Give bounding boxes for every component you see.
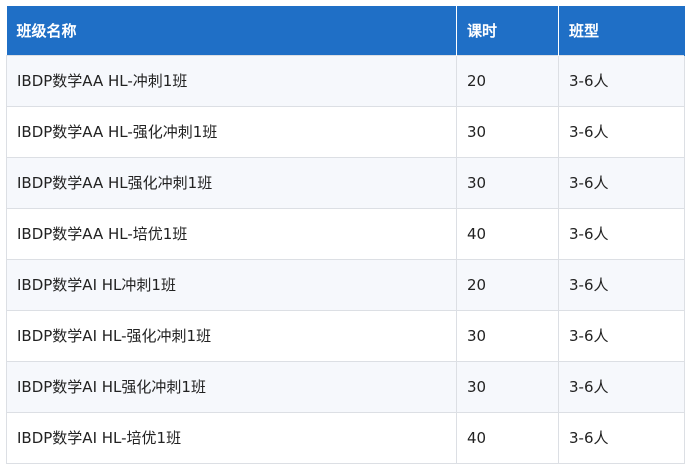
cell-hours: 20 [456, 54, 559, 107]
cell-hours: 40 [456, 411, 559, 464]
table-row: IBDP数学AA HL-培优1班 40 3-6人 [6, 207, 685, 260]
cell-class-type: 3-6人 [558, 411, 685, 464]
table-row: IBDP数学AA HL强化冲刺1班 30 3-6人 [6, 156, 685, 209]
course-table-container: 班级名称 课时 班型 IBDP数学AA HL-冲刺1班 20 3-6人 IBDP… [6, 6, 685, 464]
column-header-type: 班型 [558, 6, 685, 55]
cell-class-name: IBDP数学AA HL-强化冲刺1班 [6, 105, 457, 158]
cell-class-name: IBDP数学AI HL强化冲刺1班 [6, 360, 457, 413]
table-row: IBDP数学AI HL冲刺1班 20 3-6人 [6, 258, 685, 311]
cell-class-type: 3-6人 [558, 156, 685, 209]
cell-hours: 30 [456, 156, 559, 209]
header-row: 班级名称 课时 班型 [6, 6, 685, 55]
column-header-hours: 课时 [456, 6, 559, 55]
cell-hours: 30 [456, 105, 559, 158]
table-row: IBDP数学AI HL强化冲刺1班 30 3-6人 [6, 360, 685, 413]
cell-class-name: IBDP数学AA HL-培优1班 [6, 207, 457, 260]
table-body: IBDP数学AA HL-冲刺1班 20 3-6人 IBDP数学AA HL-强化冲… [6, 54, 685, 464]
table-row: IBDP数学AA HL-冲刺1班 20 3-6人 [6, 54, 685, 107]
cell-class-type: 3-6人 [558, 258, 685, 311]
course-table: 班级名称 课时 班型 IBDP数学AA HL-冲刺1班 20 3-6人 IBDP… [6, 6, 685, 464]
cell-class-name: IBDP数学AA HL强化冲刺1班 [6, 156, 457, 209]
column-header-name: 班级名称 [6, 6, 457, 55]
table-row: IBDP数学AI HL-培优1班 40 3-6人 [6, 411, 685, 464]
cell-class-type: 3-6人 [558, 54, 685, 107]
cell-class-type: 3-6人 [558, 309, 685, 362]
table-row: IBDP数学AA HL-强化冲刺1班 30 3-6人 [6, 105, 685, 158]
cell-class-type: 3-6人 [558, 360, 685, 413]
cell-class-type: 3-6人 [558, 105, 685, 158]
cell-class-type: 3-6人 [558, 207, 685, 260]
cell-class-name: IBDP数学AI HL-强化冲刺1班 [6, 309, 457, 362]
cell-hours: 20 [456, 258, 559, 311]
table-header: 班级名称 课时 班型 [6, 6, 685, 55]
cell-class-name: IBDP数学AI HL-培优1班 [6, 411, 457, 464]
cell-hours: 40 [456, 207, 559, 260]
cell-hours: 30 [456, 360, 559, 413]
cell-class-name: IBDP数学AI HL冲刺1班 [6, 258, 457, 311]
cell-class-name: IBDP数学AA HL-冲刺1班 [6, 54, 457, 107]
cell-hours: 30 [456, 309, 559, 362]
table-row: IBDP数学AI HL-强化冲刺1班 30 3-6人 [6, 309, 685, 362]
